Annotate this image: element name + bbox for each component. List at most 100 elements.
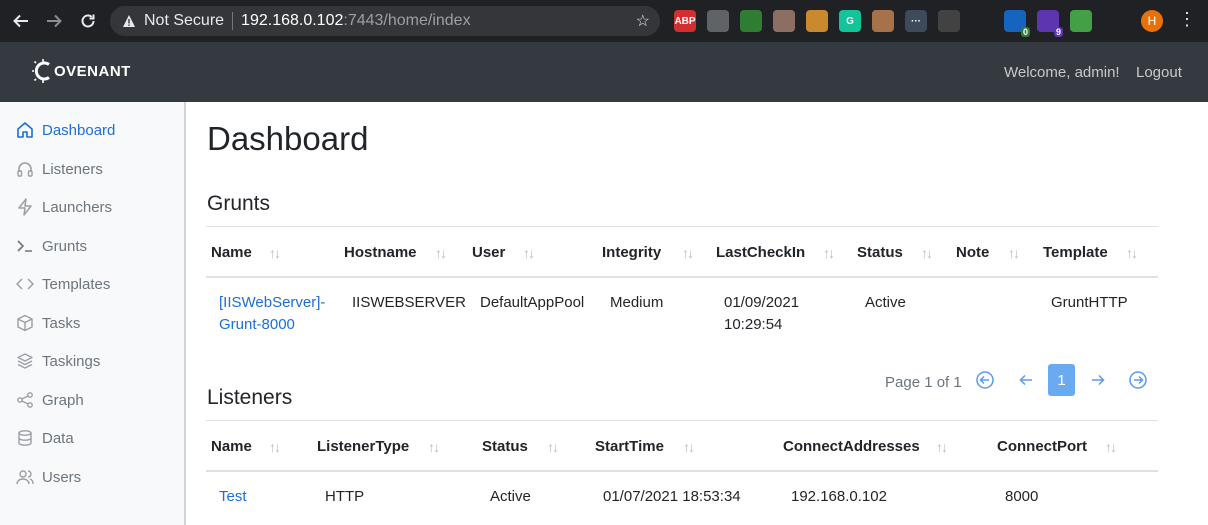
sidebar-item-users[interactable]: Users — [15, 465, 81, 489]
sidebar-item-graph[interactable]: Graph — [15, 388, 84, 412]
last-page-button[interactable] — [1128, 370, 1148, 390]
sort-icon[interactable]: ↑↓ — [547, 439, 559, 455]
database-icon — [15, 428, 35, 448]
column-header-name[interactable]: Name — [211, 438, 252, 455]
sidebar-item-launchers[interactable]: Launchers — [15, 195, 112, 219]
grunt-user: DefaultAppPool — [480, 294, 585, 311]
sidebar-item-data[interactable]: Data — [15, 426, 74, 450]
browser-toolbar: Not Secure 192.168.0.102:7443/home/index… — [0, 0, 1208, 42]
arrow-left-icon — [13, 14, 28, 28]
grunt-integrity: Medium — [610, 294, 664, 311]
table-row: [IISWebServer]- Grunt-8000 IISWEBSERVER … — [206, 280, 1158, 350]
column-header-starttime[interactable]: StartTime — [595, 438, 664, 455]
listener-name-link[interactable]: Test — [219, 486, 247, 508]
cookie-icon[interactable] — [806, 10, 828, 32]
profile-avatar[interactable]: H — [1141, 10, 1163, 32]
grunt-hostname: IISWEBSERVER — [352, 294, 466, 311]
sort-icon[interactable]: ↑↓ — [682, 245, 694, 261]
grunt-template: GruntHTTP — [1051, 294, 1128, 311]
grammarly-icon[interactable]: G — [839, 10, 861, 32]
character-extension-icon[interactable] — [773, 10, 795, 32]
covenant-logo[interactable]: OVENANT — [32, 58, 131, 84]
column-header-template[interactable]: Template — [1043, 244, 1108, 261]
extension-box-icon[interactable] — [938, 10, 960, 32]
network-extension-icon[interactable]: 0 — [1004, 10, 1030, 37]
sidebar-item-dashboard[interactable]: Dashboard — [15, 118, 115, 142]
adblock-plus-icon[interactable]: ABP — [674, 10, 696, 32]
address-bar[interactable]: Not Secure 192.168.0.102:7443/home/index… — [110, 6, 660, 36]
page-number-button[interactable]: 1 — [1048, 364, 1075, 396]
sidebar-item-taskings[interactable]: Taskings — [15, 349, 100, 373]
column-header-listenertype[interactable]: ListenerType — [317, 438, 409, 455]
sort-icon[interactable]: ↑↓ — [269, 439, 281, 455]
sidebar-item-templates[interactable]: Templates — [15, 272, 110, 296]
lastcheckin-time: 10:29:54 — [724, 316, 783, 333]
sidebar-item-label: Listeners — [42, 160, 103, 178]
arrow-right-icon — [47, 14, 62, 28]
code-icon — [15, 274, 35, 294]
listener-status: Active — [490, 488, 531, 505]
back-button[interactable] — [6, 6, 36, 36]
brand-name: OVENANT — [54, 62, 131, 80]
sort-icon[interactable]: ↑↓ — [683, 439, 695, 455]
sort-icon[interactable]: ↑↓ — [523, 245, 535, 261]
arrow-right-icon — [1092, 374, 1105, 386]
bookmark-star-icon[interactable]: ☆ — [636, 11, 650, 31]
react-devtools-icon[interactable] — [971, 10, 993, 32]
sort-icon[interactable]: ↑↓ — [269, 245, 281, 261]
extension-cloud-icon[interactable] — [707, 10, 729, 32]
sort-icon[interactable]: ↑↓ — [1126, 245, 1138, 261]
sort-icon[interactable]: ↑↓ — [1008, 245, 1020, 261]
sidebar-item-label: Graph — [42, 391, 84, 409]
sort-icon[interactable]: ↑↓ — [428, 439, 440, 455]
puzzle-icon[interactable] — [1103, 10, 1125, 32]
grunt-name-link[interactable]: [IISWebServer]- Grunt-8000 — [219, 292, 325, 336]
listener-addresses: 192.168.0.102 — [791, 488, 887, 505]
column-header-connectaddresses[interactable]: ConnectAddresses — [783, 438, 920, 455]
cube-extension-icon[interactable]: 9 — [1037, 10, 1063, 37]
shield-extension-icon[interactable] — [740, 10, 762, 32]
sidebar-item-label: Grunts — [42, 237, 88, 255]
grunts-table-header: Name ↑↓ Hostname ↑↓ User ↑↓ Integrity ↑↓… — [206, 226, 1158, 278]
column-header-note[interactable]: Note — [956, 244, 989, 261]
column-header-connectport[interactable]: ConnectPort — [997, 438, 1087, 455]
first-page-icon — [976, 371, 994, 389]
cookie-editor-icon[interactable] — [872, 10, 894, 32]
column-header-name[interactable]: Name — [211, 244, 252, 261]
sidebar-item-label: Templates — [42, 275, 111, 293]
browser-menu-icon[interactable]: ⋮ — [1178, 9, 1196, 30]
sort-icon[interactable]: ↑↓ — [823, 245, 835, 261]
sort-icon[interactable]: ↑↓ — [921, 245, 933, 261]
reload-button[interactable] — [73, 6, 103, 36]
next-page-button[interactable] — [1088, 370, 1108, 390]
column-header-integrity[interactable]: Integrity — [602, 244, 661, 261]
sidebar-item-tasks[interactable]: Tasks — [15, 311, 80, 335]
sidebar-item-label: Launchers — [42, 198, 113, 216]
grunt-name-line1: [IISWebServer]- — [219, 294, 326, 311]
clipboard-extension-icon[interactable] — [1070, 10, 1092, 32]
first-page-button[interactable] — [975, 370, 995, 390]
column-header-user[interactable]: User — [472, 244, 505, 261]
column-header-status[interactable]: Status — [857, 244, 903, 261]
column-header-status[interactable]: Status — [482, 438, 528, 455]
sort-icon[interactable]: ↑↓ — [936, 439, 948, 455]
sidebar-item-listeners[interactable]: Listeners — [15, 157, 103, 181]
forward-button[interactable] — [39, 6, 69, 36]
logout-link[interactable]: Logout — [1136, 64, 1182, 81]
sidebar-item-grunts[interactable]: Grunts — [15, 234, 87, 258]
column-header-hostname[interactable]: Hostname — [344, 244, 417, 261]
arrow-left-icon — [1019, 374, 1032, 386]
column-header-lastcheckin[interactable]: LastCheckIn — [716, 244, 805, 261]
box-icon — [15, 313, 35, 333]
previous-page-button[interactable] — [1016, 370, 1036, 390]
sort-icon[interactable]: ↑↓ — [435, 245, 447, 261]
extension-badge: 0 — [1020, 27, 1030, 37]
sidebar-item-label: Data — [42, 429, 74, 447]
covenant-logo-icon — [32, 59, 50, 83]
reload-icon — [81, 14, 95, 28]
sidebar-item-label: Users — [42, 468, 82, 486]
dots-extension-icon[interactable]: ··· — [905, 10, 927, 32]
sort-icon[interactable]: ↑↓ — [1105, 439, 1117, 455]
omnibox-divider — [232, 12, 234, 30]
sidebar-item-label: Tasks — [42, 314, 81, 332]
